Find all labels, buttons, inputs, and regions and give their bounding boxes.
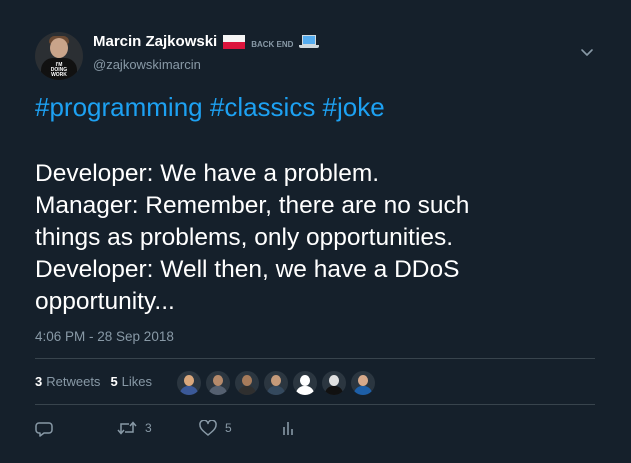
retweets-label: Retweets	[46, 374, 101, 389]
liker-avatar[interactable]	[177, 371, 201, 395]
liker-avatar[interactable]	[206, 371, 230, 395]
tweet-line: Developer: We have a problem.	[35, 160, 380, 187]
like-count: 5	[225, 421, 232, 435]
tweet-text: Developer: We have a problem. Manager: R…	[35, 158, 615, 318]
likes-stat[interactable]: 5 Likes	[110, 374, 152, 389]
divider	[35, 404, 595, 405]
avatar-shirt-text: I'M DOING WORK	[50, 62, 68, 78]
liker-avatar[interactable]	[293, 371, 317, 395]
likes-label: Likes	[121, 374, 153, 389]
laptop-icon	[299, 34, 320, 49]
tweet-line: Developer: Well then, we have a DDoS	[35, 256, 460, 283]
author-display-name[interactable]: Marcin Zajkowski	[93, 33, 217, 50]
heart-icon	[199, 420, 217, 436]
retweet-button[interactable]: 3	[117, 420, 152, 436]
retweets-count: 3	[35, 374, 43, 389]
author-handle[interactable]: @zajkowskimarcin	[93, 57, 201, 72]
author-name-row: Marcin Zajkowski BACK END	[93, 33, 320, 50]
tweet-line: Manager: Remember, there are no such	[35, 192, 470, 219]
tweet-line: things as problems, only opportunities.	[35, 224, 454, 251]
liker-avatar[interactable]	[235, 371, 259, 395]
retweets-stat[interactable]: 3 Retweets	[35, 374, 100, 389]
liker-avatars	[177, 371, 380, 395]
poland-flag-icon	[223, 34, 246, 49]
reply-icon	[35, 420, 53, 438]
tweet-timestamp[interactable]: 4:06 PM - 28 Sep 2018	[35, 329, 174, 344]
tweet-actions: 3 5	[35, 420, 595, 442]
hashtags[interactable]: #programming #classics #joke	[35, 92, 385, 123]
tweet-card: I'M DOING WORK Marcin Zajkowski BACK END…	[0, 0, 631, 463]
analytics-icon	[281, 420, 295, 436]
tweet-line: opportunity...	[35, 288, 175, 315]
reply-button[interactable]	[35, 420, 53, 438]
liker-avatar[interactable]	[351, 371, 375, 395]
liker-avatar[interactable]	[322, 371, 346, 395]
liker-avatar[interactable]	[264, 371, 288, 395]
avatar[interactable]: I'M DOING WORK	[35, 32, 83, 80]
divider	[35, 358, 595, 359]
backend-badge: BACK END	[251, 40, 294, 49]
likes-count: 5	[110, 374, 118, 389]
retweet-icon	[117, 420, 137, 436]
retweet-count: 3	[145, 421, 152, 435]
like-button[interactable]: 5	[199, 420, 232, 436]
chevron-down-icon[interactable]	[580, 46, 594, 60]
analytics-button[interactable]	[281, 420, 295, 436]
tweet-stats: 3 Retweets 5 Likes	[35, 374, 162, 389]
